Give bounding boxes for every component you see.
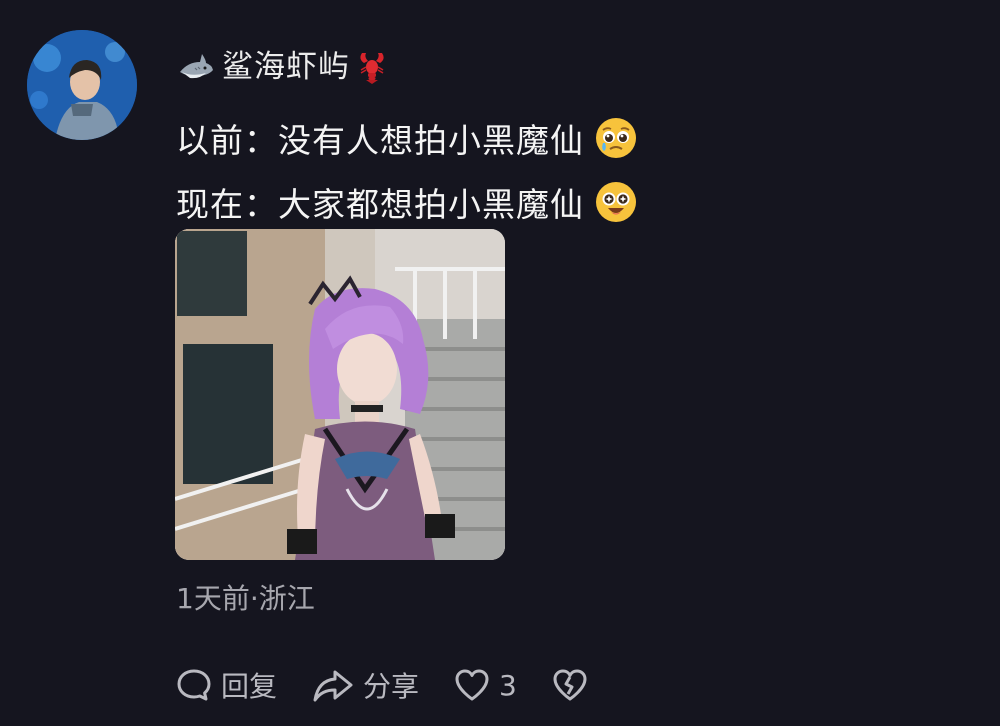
comment-photo[interactable] (175, 229, 505, 560)
reply-label: 回复 (221, 670, 278, 703)
reply-button[interactable]: 回复 (175, 665, 277, 705)
user-avatar[interactable] (27, 30, 137, 140)
share-label: 分享 (363, 670, 420, 703)
reply-bubble-icon (177, 669, 211, 701)
comment-actions: 回复 分享 3 (175, 664, 589, 706)
comment-card: 鲨海虾屿 以前：没有人想拍小黑魔仙 现在：大家都想拍小黑魔仙 1天前·浙江 回复… (0, 0, 1000, 726)
like-count: 3 (499, 668, 517, 702)
comment-line: 以前：没有人想拍小黑魔仙 (176, 115, 638, 161)
pleading-face-icon (596, 118, 636, 158)
comment-line-text: 以前：没有人想拍小黑魔仙 (176, 121, 584, 160)
comment-line: 现在：大家都想拍小黑魔仙 (176, 179, 638, 225)
comment-meta: 1天前·浙江 (176, 582, 315, 615)
dislike-button[interactable] (551, 666, 589, 704)
share-button[interactable]: 分享 (311, 665, 419, 705)
comment-line-text: 现在：大家都想拍小黑魔仙 (176, 185, 584, 224)
starry-eyes-face-icon (596, 182, 636, 222)
share-arrow-icon (313, 670, 353, 702)
like-button[interactable]: 3 (453, 666, 517, 704)
username[interactable]: 鲨海虾屿 (222, 47, 350, 87)
shark-icon (180, 54, 213, 79)
heart-icon (455, 669, 489, 701)
lobster-icon (360, 53, 384, 84)
broken-heart-icon (553, 669, 587, 701)
username-row[interactable]: 鲨海虾屿 (178, 47, 388, 87)
